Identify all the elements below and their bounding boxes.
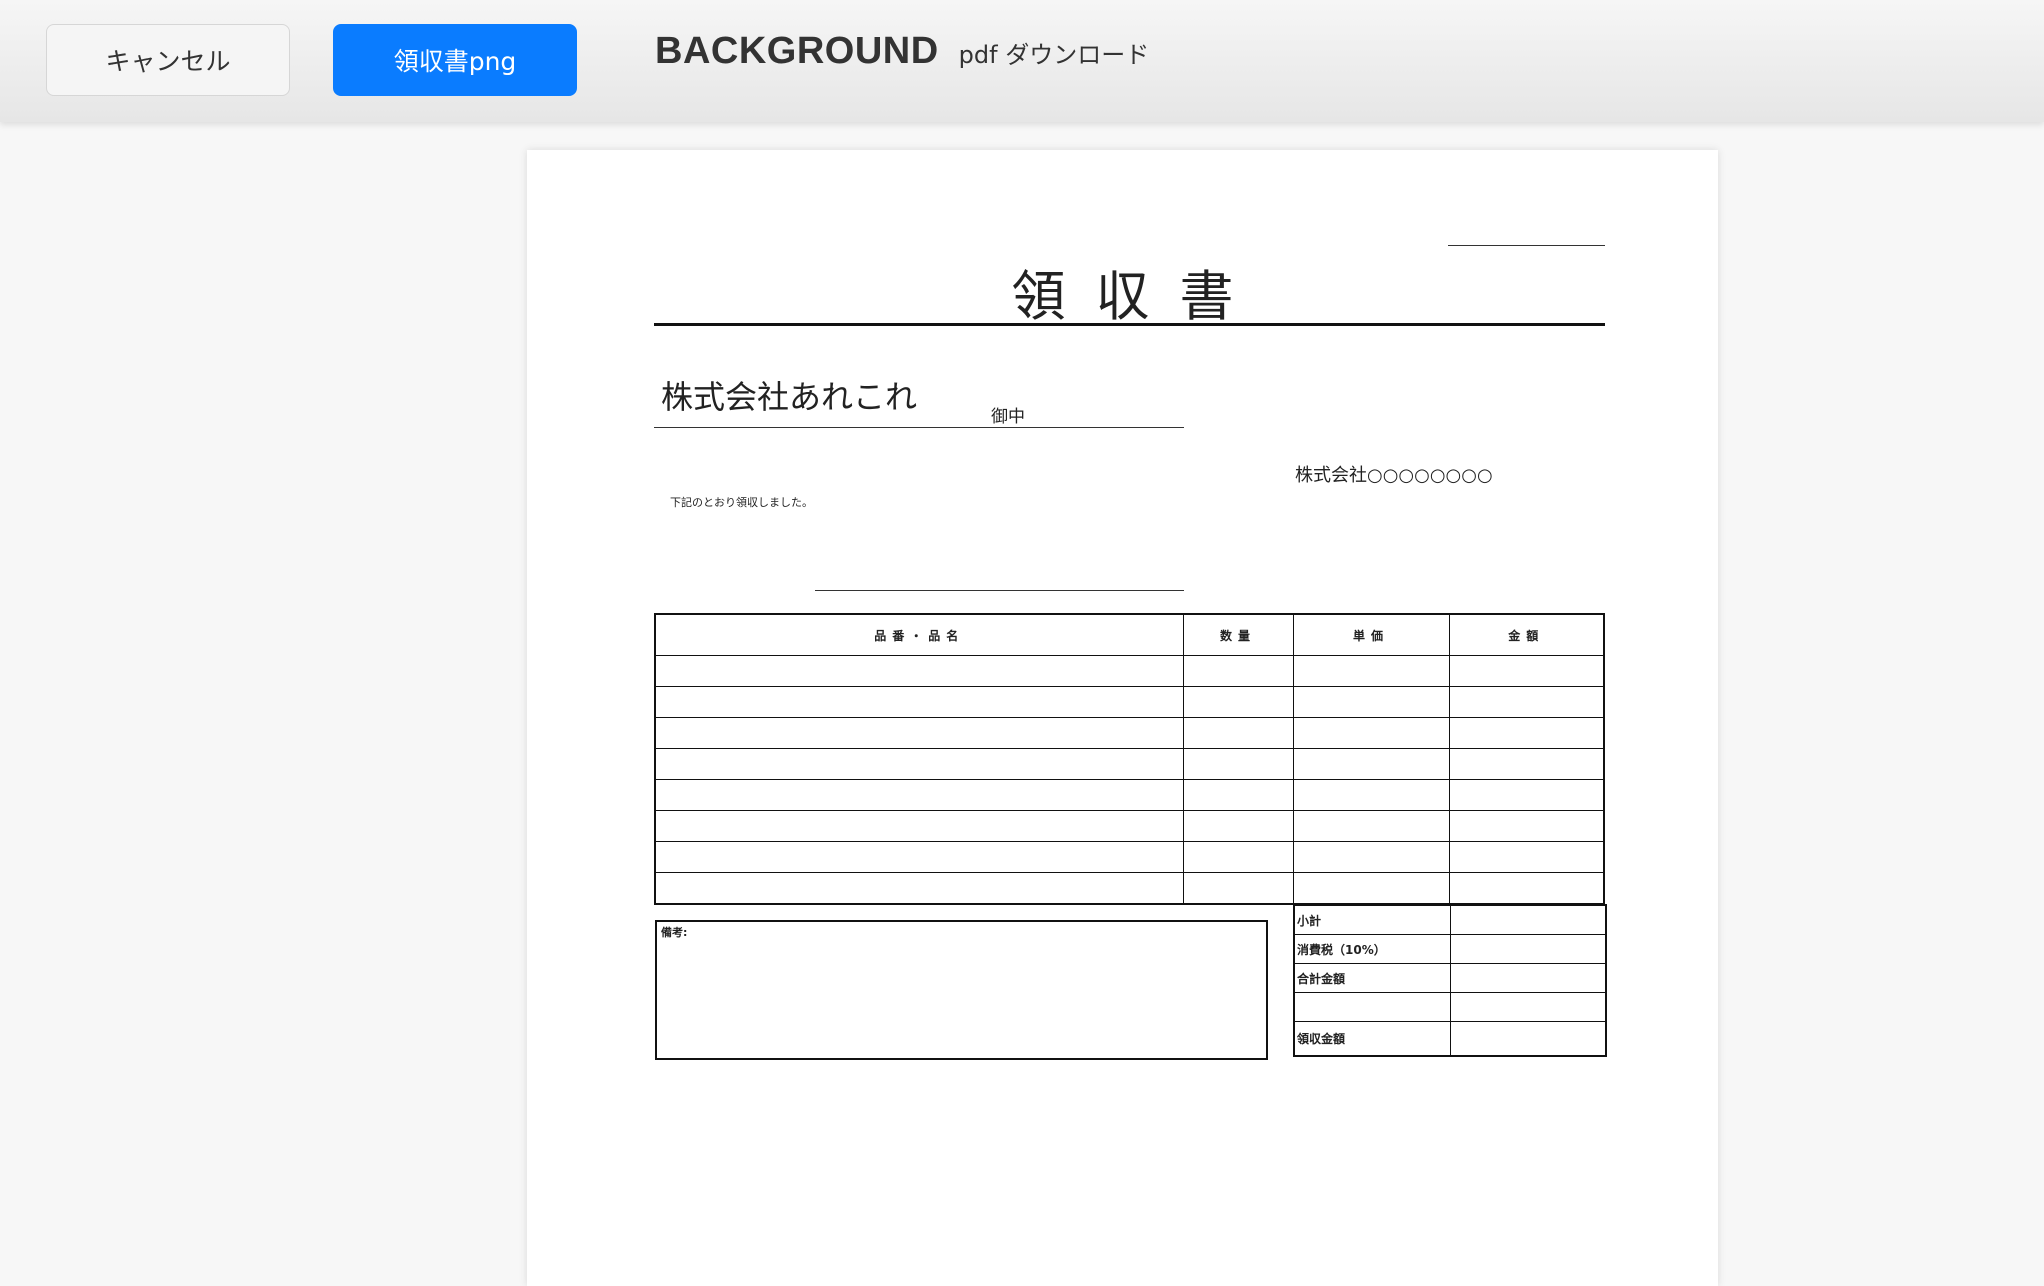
table-cell xyxy=(1182,872,1294,905)
summary-row-tax: 消費税（10%） xyxy=(1293,934,1607,964)
issuer-company: 株式会社○○○○○○○○ xyxy=(1295,465,1493,486)
table-row xyxy=(654,748,1605,780)
table-row xyxy=(654,655,1605,687)
remarks-label: 備考: xyxy=(661,926,688,939)
table-cell xyxy=(1448,779,1605,811)
cancel-button[interactable]: キャンセル xyxy=(46,24,290,96)
table-row xyxy=(654,779,1605,811)
table-cell xyxy=(1448,655,1605,687)
document-number-line xyxy=(1448,245,1605,246)
table-cell xyxy=(1182,717,1294,749)
table-cell xyxy=(1182,810,1294,842)
summary-label: 合計金額 xyxy=(1293,963,1451,993)
table-cell xyxy=(1292,655,1450,687)
column-header-unit-price: 単価 xyxy=(1292,613,1450,656)
table-cell xyxy=(1448,810,1605,842)
table-cell xyxy=(1292,810,1450,842)
download-png-button[interactable]: 領収書png xyxy=(333,24,577,96)
summary-row-total: 合計金額 xyxy=(1293,963,1607,993)
column-header-quantity: 数量 xyxy=(1182,613,1294,656)
table-row xyxy=(654,872,1605,905)
summary-value xyxy=(1449,934,1607,964)
table-cell xyxy=(1448,717,1605,749)
table-cell xyxy=(654,655,1184,687)
items-table: 品番・品名 数量 単価 金額 xyxy=(654,613,1605,905)
table-row xyxy=(654,841,1605,873)
table-cell xyxy=(1182,779,1294,811)
receipt-preview-page: 領収書 株式会社あれこれ 御中 株式会社○○○○○○○○ 下記のとおり領収しまし… xyxy=(527,150,1718,1286)
table-cell xyxy=(1448,841,1605,873)
receipt-note: 下記のとおり領収しました。 xyxy=(670,496,813,509)
table-cell xyxy=(654,872,1184,905)
recipient-honorific: 御中 xyxy=(991,407,1025,427)
table-cell xyxy=(1292,872,1450,905)
table-cell xyxy=(654,810,1184,842)
table-cell xyxy=(1292,686,1450,718)
summary-value xyxy=(1449,963,1607,993)
receipt-title: 領収書 xyxy=(1011,265,1264,328)
toolbar: キャンセル 領収書png BACKGROUND pdf ダウンロード xyxy=(0,0,2044,122)
table-row xyxy=(654,686,1605,718)
column-header-amount: 金額 xyxy=(1448,613,1605,656)
table-cell xyxy=(654,686,1184,718)
app-title-group: BACKGROUND pdf ダウンロード xyxy=(655,30,1149,86)
table-cell xyxy=(1182,655,1294,687)
table-cell xyxy=(1182,686,1294,718)
table-cell xyxy=(1448,686,1605,718)
app-subtitle: pdf ダウンロード xyxy=(958,41,1150,69)
table-cell xyxy=(654,717,1184,749)
table-cell xyxy=(1448,748,1605,780)
summary-row-subtotal: 小計 xyxy=(1293,904,1607,935)
table-row xyxy=(654,810,1605,842)
column-header-item-name: 品番・品名 xyxy=(654,613,1184,656)
remarks-box: 備考: xyxy=(655,920,1268,1060)
recipient-underline xyxy=(654,427,1184,428)
table-cell xyxy=(1182,748,1294,780)
summary-label: 消費税（10%） xyxy=(1293,934,1451,964)
table-cell xyxy=(1292,779,1450,811)
title-underline xyxy=(654,323,1605,326)
recipient-name: 株式会社あれこれ xyxy=(661,378,918,416)
table-cell xyxy=(654,841,1184,873)
summary-row-received-amount: 領収金額 xyxy=(1293,1021,1607,1057)
summary-row-blank xyxy=(1293,992,1607,1022)
summary-value xyxy=(1449,904,1607,935)
table-cell xyxy=(1182,841,1294,873)
amount-line xyxy=(815,590,1184,591)
summary-value xyxy=(1449,1021,1607,1057)
app-title: BACKGROUND xyxy=(655,30,939,72)
table-cell xyxy=(1292,717,1450,749)
summary-table: 小計 消費税（10%） 合計金額 領収金額 xyxy=(1293,904,1607,1057)
summary-label: 小計 xyxy=(1293,904,1451,935)
summary-value xyxy=(1449,992,1607,1022)
table-cell xyxy=(654,779,1184,811)
table-cell xyxy=(1292,841,1450,873)
items-table-header-row: 品番・品名 数量 単価 金額 xyxy=(654,613,1605,656)
table-row xyxy=(654,717,1605,749)
summary-label xyxy=(1293,992,1451,1022)
table-cell xyxy=(1448,872,1605,905)
table-cell xyxy=(654,748,1184,780)
summary-label: 領収金額 xyxy=(1293,1021,1451,1057)
table-cell xyxy=(1292,748,1450,780)
